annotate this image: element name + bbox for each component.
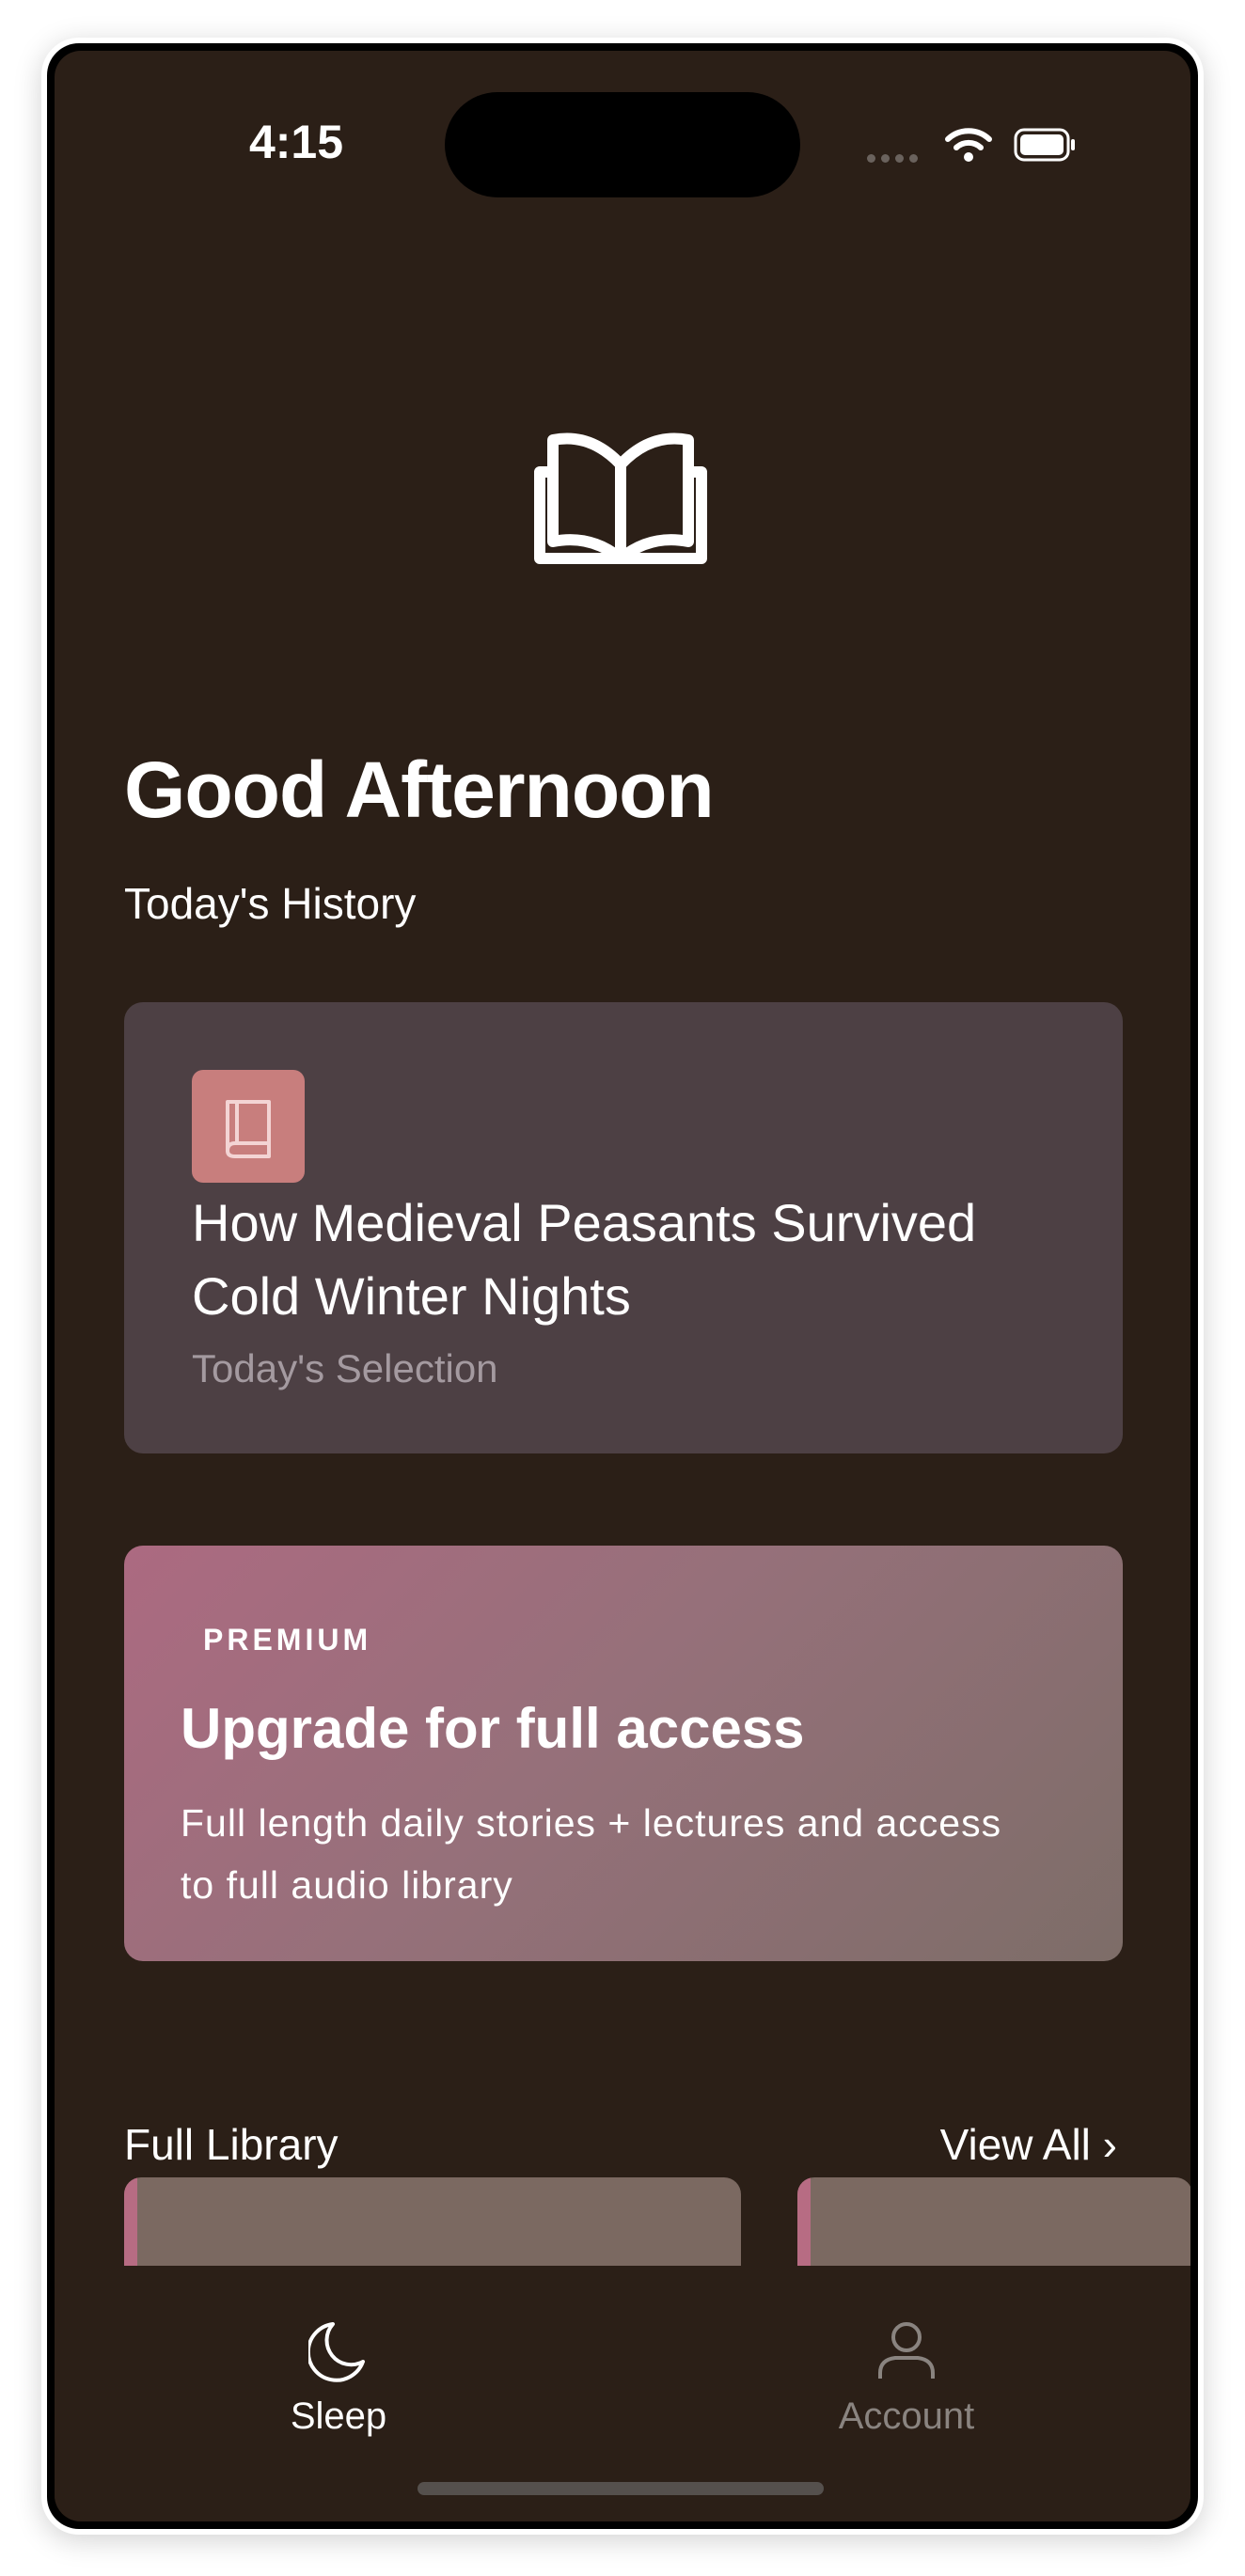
- section-label-history: Today's History: [124, 879, 417, 928]
- home-indicator[interactable]: [418, 2482, 824, 2495]
- library-card[interactable]: [797, 2177, 1190, 2266]
- greeting-title: Good Afternoon: [124, 746, 715, 834]
- section-label-library: Full Library: [124, 2120, 339, 2169]
- premium-description: Full length daily stories + lectures and…: [181, 1801, 1002, 1907]
- library-card-accent: [797, 2177, 811, 2266]
- wifi-icon: [945, 128, 992, 162]
- library-card[interactable]: [124, 2177, 741, 2266]
- battery-icon: [1014, 128, 1075, 162]
- premium-badge: PREMIUM: [203, 1623, 372, 1657]
- story-title: How Medieval Peasants Survived Cold Wint…: [192, 1193, 977, 1326]
- premium-upgrade-card[interactable]: PREMIUM Upgrade for full access Full len…: [124, 1546, 1123, 1961]
- tab-label-sleep: Sleep: [290, 2395, 387, 2437]
- todays-story-card[interactable]: How Medieval Peasants Survived Cold Wint…: [124, 1002, 1123, 1453]
- open-book-icon: [534, 432, 707, 564]
- dynamic-island: [445, 92, 800, 197]
- status-time: 4:15: [248, 116, 344, 168]
- view-all-link[interactable]: View All ›: [940, 2119, 1117, 2170]
- cellular-dots-icon: [867, 150, 923, 167]
- story-subtitle: Today's Selection: [192, 1346, 498, 1390]
- tab-label-account: Account: [838, 2395, 975, 2437]
- premium-title: Upgrade for full access: [181, 1697, 805, 1760]
- moon-icon: [308, 2322, 365, 2382]
- person-icon: [878, 2322, 935, 2379]
- tab-account[interactable]: Account: [765, 2266, 1048, 2444]
- library-card-accent: [124, 2177, 137, 2266]
- app-screen: 4:15 Good Afternoon Today's History How …: [55, 51, 1190, 2521]
- book-icon: [192, 1070, 305, 1183]
- tab-sleep[interactable]: Sleep: [197, 2266, 480, 2444]
